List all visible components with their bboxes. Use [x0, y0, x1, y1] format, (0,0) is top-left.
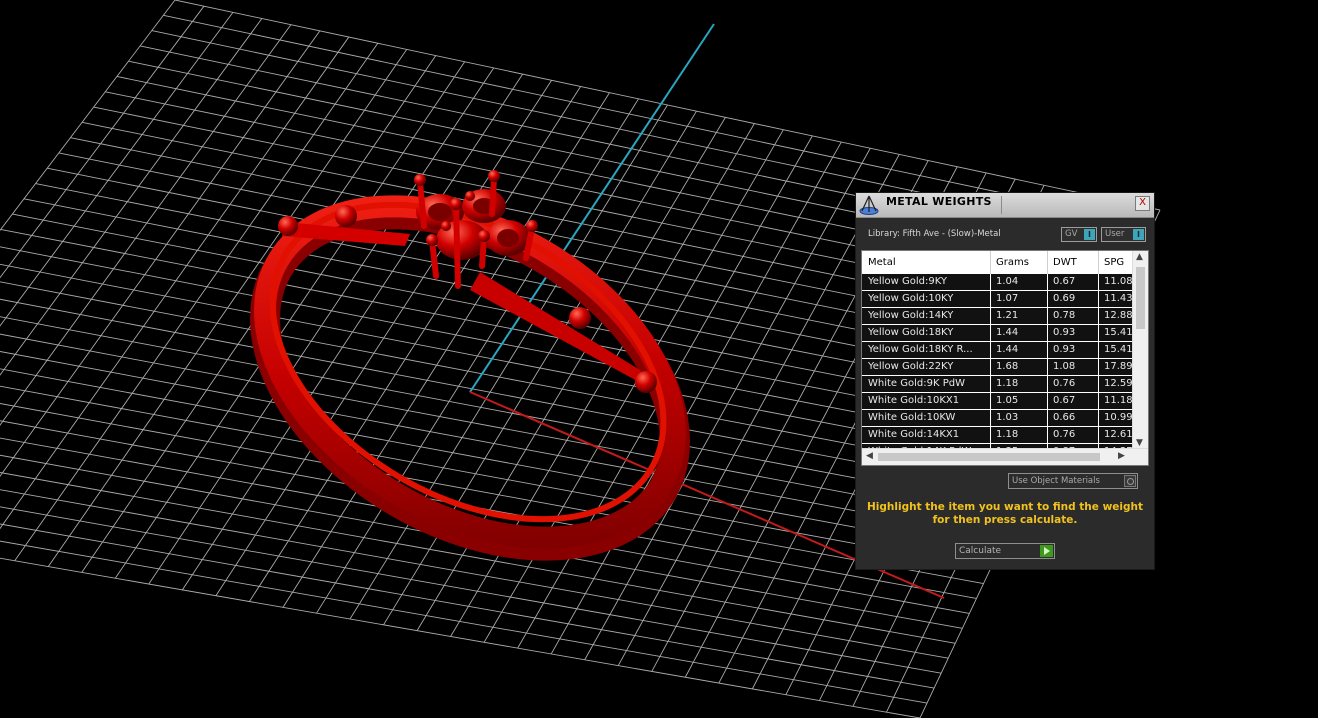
play-arrow-icon	[1040, 545, 1053, 557]
titlebar-divider	[1001, 196, 1002, 214]
table-row[interactable]: Yellow Gold:14KY 1.21 0.78 12.88	[862, 308, 1133, 325]
table-row[interactable]: Yellow Gold:9KY 1.04 0.67 11.08	[862, 274, 1133, 291]
column-header-grams[interactable]: Grams	[991, 251, 1048, 274]
gv-indicator-icon: I	[1084, 229, 1095, 240]
instruction-text: Highlight the item you want to find the …	[867, 501, 1143, 526]
scroll-up-icon[interactable]: ▲	[1136, 252, 1143, 262]
cell-metal: Yellow Gold:18KY R...	[862, 342, 991, 358]
cell-dwt: 1.08	[1048, 359, 1099, 375]
cell-dwt: 0.67	[1048, 274, 1099, 290]
table-body: Yellow Gold:9KY 1.04 0.67 11.08 Yellow Gold…	[862, 274, 1133, 461]
scroll-right-icon[interactable]: ▶	[1118, 451, 1125, 461]
cell-metal: Yellow Gold:9KY	[862, 274, 991, 290]
horizontal-scroll-thumb[interactable]	[878, 453, 1100, 461]
table-row[interactable]: White Gold:10KX1 1.05 0.67 11.18	[862, 393, 1133, 410]
use-object-materials-button[interactable]: Use Object Materials	[1008, 473, 1138, 489]
close-button[interactable]: X	[1135, 196, 1150, 211]
vertical-scrollbar[interactable]: ▲ ▼	[1132, 251, 1148, 449]
cell-grams: 1.03	[991, 410, 1048, 426]
column-header-metal[interactable]: Metal	[862, 251, 991, 274]
table-row[interactable]: White Gold:14KX1 1.18 0.76 12.61	[862, 427, 1133, 444]
table-row[interactable]: Yellow Gold:18KY 1.44 0.93 15.41	[862, 325, 1133, 342]
cell-dwt: 0.78	[1048, 308, 1099, 324]
cell-grams: 1.21	[991, 308, 1048, 324]
table-row[interactable]: Yellow Gold:10KY 1.07 0.69 11.43	[862, 291, 1133, 308]
panel-titlebar[interactable]: METAL WEIGHTS X	[856, 193, 1154, 218]
scroll-down-icon[interactable]: ▼	[1136, 438, 1143, 448]
cell-dwt: 0.76	[1048, 427, 1099, 443]
cell-metal: Yellow Gold:18KY	[862, 325, 991, 341]
cell-grams: 1.04	[991, 274, 1048, 290]
cell-grams: 1.18	[991, 427, 1048, 443]
cell-dwt: 0.67	[1048, 393, 1099, 409]
library-label: Library: Fifth Ave - (Slow)-Metal	[868, 229, 1001, 239]
user-label: User	[1105, 229, 1125, 239]
table-row[interactable]: White Gold:10KW 1.03 0.66 10.99	[862, 410, 1133, 427]
cell-grams: 1.07	[991, 291, 1048, 307]
use-object-materials-label: Use Object Materials	[1012, 476, 1100, 486]
cell-dwt: 0.93	[1048, 325, 1099, 341]
metal-weights-panel: METAL WEIGHTS X Library: Fifth Ave - (Sl…	[855, 192, 1155, 570]
user-toggle-button[interactable]: User I	[1101, 227, 1146, 242]
column-header-dwt[interactable]: DWT	[1048, 251, 1099, 274]
cell-dwt: 0.69	[1048, 291, 1099, 307]
cell-metal: White Gold:9K PdW	[862, 376, 991, 392]
vertical-scroll-thumb[interactable]	[1136, 267, 1145, 329]
gv-toggle-button[interactable]: GV I	[1061, 227, 1097, 242]
cell-grams: 1.68	[991, 359, 1048, 375]
cell-grams: 1.18	[991, 376, 1048, 392]
cell-dwt: 0.93	[1048, 342, 1099, 358]
cell-dwt: 0.66	[1048, 410, 1099, 426]
horizontal-scrollbar[interactable]: ◀ ▶	[862, 448, 1148, 465]
scroll-left-icon[interactable]: ◀	[866, 451, 873, 461]
cell-dwt: 0.76	[1048, 376, 1099, 392]
radio-indicator-icon	[1124, 475, 1136, 487]
cell-metal: White Gold:10KW	[862, 410, 991, 426]
cone-logo-icon	[859, 195, 879, 215]
gv-label: GV	[1065, 229, 1078, 239]
calculate-button[interactable]: Calculate	[955, 543, 1055, 559]
cell-grams: 1.44	[991, 325, 1048, 341]
cell-grams: 1.44	[991, 342, 1048, 358]
cell-grams: 1.05	[991, 393, 1048, 409]
panel-title: METAL WEIGHTS	[886, 195, 992, 208]
calculate-label: Calculate	[959, 546, 1002, 556]
cell-metal: Yellow Gold:22KY	[862, 359, 991, 375]
cell-metal: White Gold:10KX1	[862, 393, 991, 409]
cell-metal: White Gold:14KX1	[862, 427, 991, 443]
user-indicator-icon: I	[1133, 229, 1144, 240]
metal-table[interactable]: Metal Grams DWT SPG Yellow Gold:9KY 1.04 0…	[861, 250, 1149, 466]
table-row[interactable]: Yellow Gold:18KY R... 1.44 0.93 15.41	[862, 342, 1133, 359]
ring-model[interactable]	[207, 138, 734, 614]
cell-metal: Yellow Gold:14KY	[862, 308, 991, 324]
table-row[interactable]: White Gold:9K PdW 1.18 0.76 12.59	[862, 376, 1133, 393]
table-header: Metal Grams DWT SPG	[862, 251, 1133, 275]
cell-metal: Yellow Gold:10KY	[862, 291, 991, 307]
table-row[interactable]: Yellow Gold:22KY 1.68 1.08 17.89	[862, 359, 1133, 376]
